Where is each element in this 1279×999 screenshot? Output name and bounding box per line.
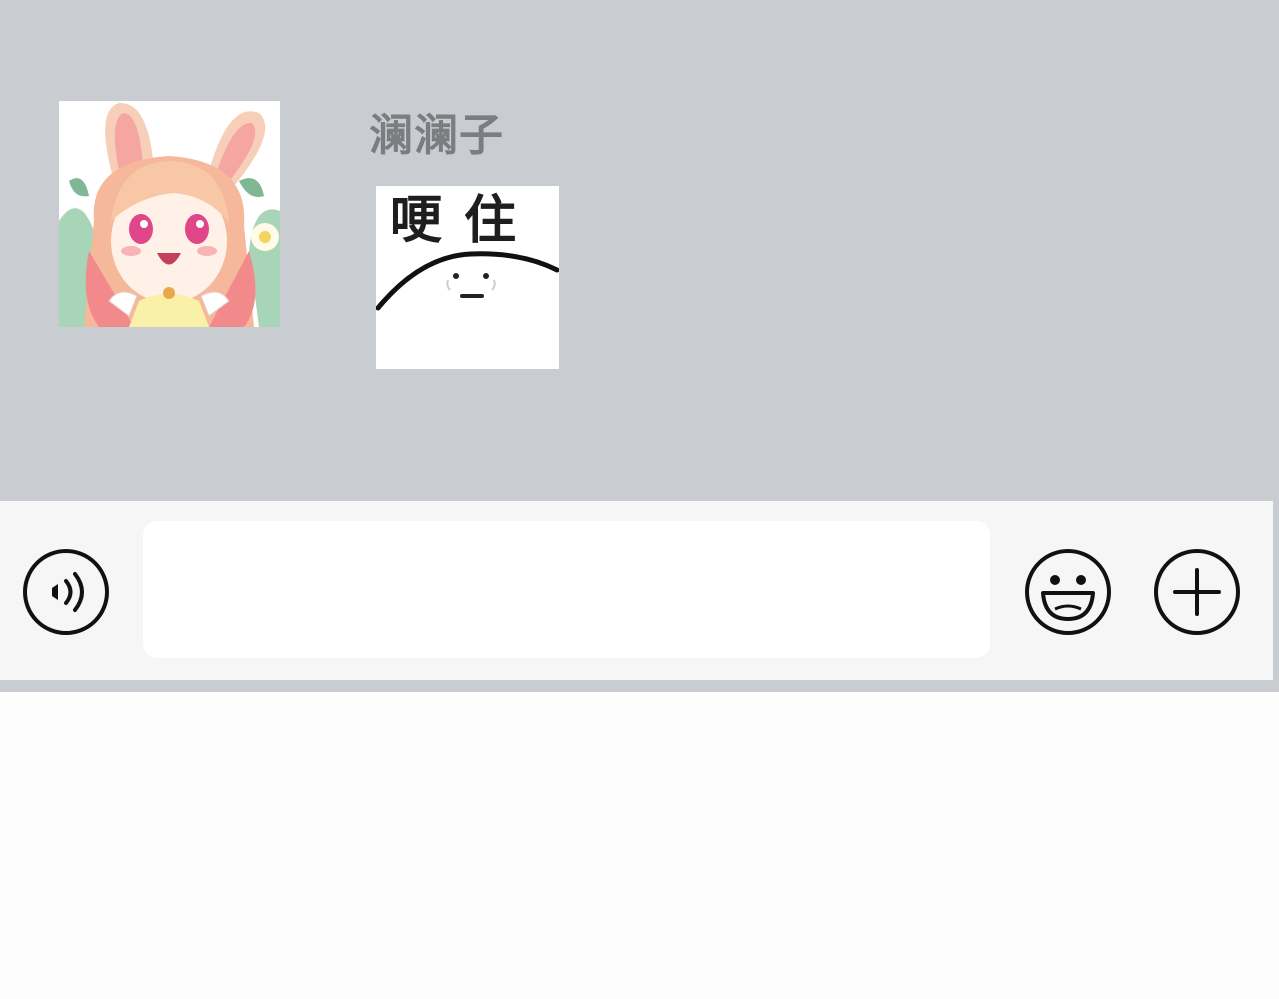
chat-area: 澜澜子 哽住 [0,0,1279,501]
sender-name: 澜澜子 [369,110,504,161]
keyboard-area [0,692,1279,999]
bunny-girl-avatar-image [59,101,280,327]
voice-button[interactable] [21,545,111,639]
voice-icon [23,549,109,635]
input-bar-edge [1273,501,1279,680]
sticker-message[interactable]: 哽住 [376,186,559,369]
input-bar-bottom-border [0,680,1279,692]
message-input[interactable] [143,521,990,658]
emoji-icon [1025,549,1111,635]
emoji-button[interactable] [1023,545,1113,639]
sticker-text: 哽住 [390,191,539,251]
plus-button[interactable] [1152,545,1242,639]
plus-icon [1154,549,1240,635]
avatar[interactable] [59,101,280,327]
